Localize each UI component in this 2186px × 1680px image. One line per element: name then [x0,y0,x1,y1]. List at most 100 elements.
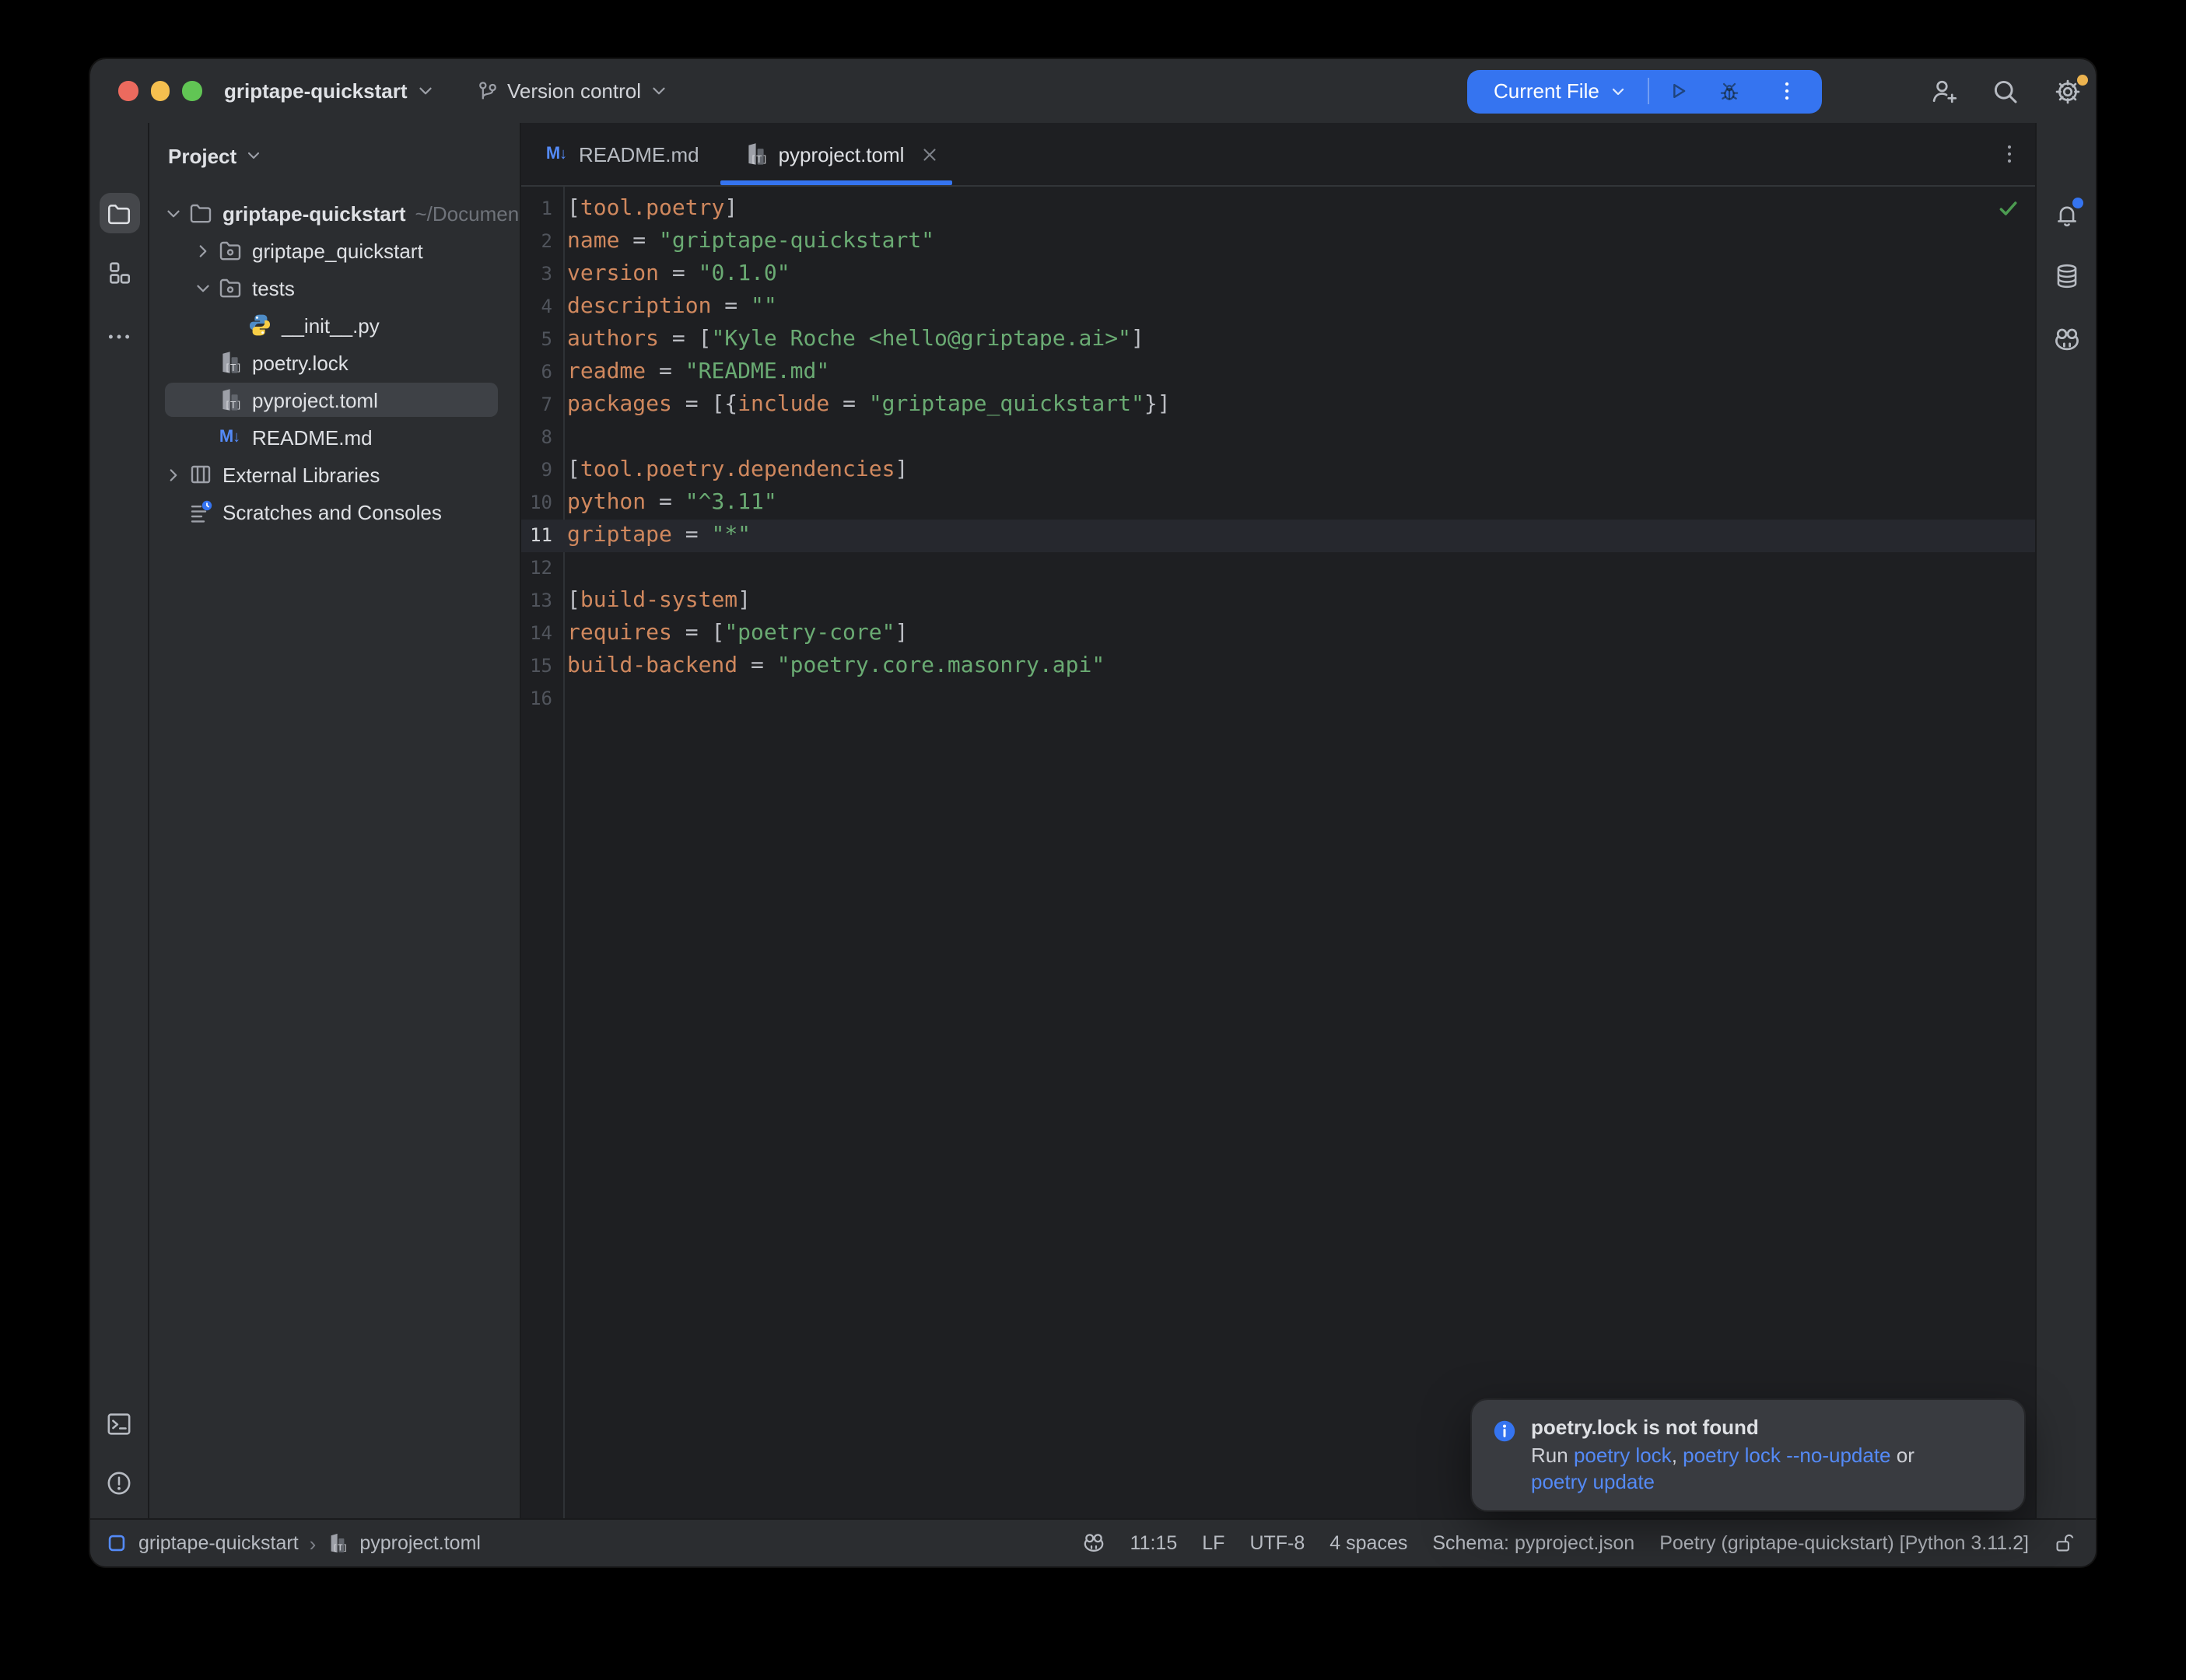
status-position[interactable]: 11:15 [1130,1532,1178,1554]
code-line-13[interactable]: 13[build-system] [521,585,2035,618]
status-indent[interactable]: 4 spaces [1329,1532,1407,1554]
tab-options-kebab-icon[interactable] [1998,142,2021,166]
code-line-10[interactable]: 10python = "^3.11" [521,487,2035,520]
desktop-background: griptape-quickstart Version control Curr… [0,0,2186,1680]
code-line-11[interactable]: 11griptape = "*" [521,520,2035,552]
window-controls [118,59,201,123]
close-window-button[interactable] [118,82,138,101]
tree-item-readme-md[interactable]: M↓ README.md [149,418,520,456]
chevron-down-icon[interactable] [159,203,187,223]
chevron-right-icon[interactable] [159,464,187,485]
status-breadcrumb-file[interactable]: pyproject.toml [359,1532,481,1554]
status-line-ending[interactable]: LF [1202,1532,1224,1554]
chevron-down-icon[interactable] [188,278,216,298]
toml-icon: [T] [743,141,769,167]
settings-gear-button[interactable] [2049,72,2086,110]
project-panel: Project griptape-quickstart~/Documengrip… [149,123,521,1520]
vcs-widget[interactable]: Version control [473,69,672,113]
svg-text:[T]: [T] [750,153,767,165]
project-icon[interactable] [106,1532,128,1554]
chevron-down-icon [244,146,263,165]
code-line-16[interactable]: 16 [521,683,2035,716]
notifications-button[interactable] [2046,194,2086,235]
tree-item-init-py[interactable]: __init__.py [149,306,520,344]
code-text: griptape = "*" [552,520,751,552]
code-line-6[interactable]: 6readme = "README.md" [521,356,2035,389]
tree-item-poetry-lock[interactable]: [T]poetry.lock [149,344,520,381]
code-text: name = "griptape-quickstart" [552,226,934,258]
tab-label: pyproject.toml [779,142,905,166]
code-line-7[interactable]: 7packages = [{include = "griptape_quicks… [521,389,2035,422]
project-panel-header[interactable]: Project [149,132,520,179]
pill-divider [1648,78,1649,104]
run-configuration-pill[interactable]: Current File [1467,69,1822,113]
run-config-label[interactable]: Current File [1494,79,1599,103]
minimize-window-button[interactable] [150,82,170,101]
project-widget-label: griptape-quickstart [224,79,408,103]
code-line-14[interactable]: 14requires = ["poetry-core"] [521,618,2035,650]
status-breadcrumb: griptape-quickstart›[T]pyproject.toml [106,1531,481,1555]
project-widget[interactable]: griptape-quickstart [221,69,439,113]
code-editor[interactable]: 1[tool.poetry]2name = "griptape-quicksta… [521,187,2035,1520]
structure-tool-button[interactable] [99,252,139,292]
toml-file-icon[interactable]: [T] [327,1532,349,1554]
scratch-icon [187,499,213,525]
tree-item-scratches-and-consoles[interactable]: Scratches and Consoles [149,493,520,530]
tab-pyproject-toml[interactable]: [T] pyproject.toml [721,123,953,185]
tree-item-external-libraries[interactable]: External Libraries [149,456,520,493]
line-number: 12 [521,552,552,585]
folder-badge-icon [216,237,243,264]
close-tab-icon[interactable] [920,144,940,164]
titlebar: griptape-quickstart Version control Curr… [90,59,2096,124]
terminal-tool-button[interactable] [99,1403,139,1444]
tree-item-label: tests [252,276,295,299]
debug-button[interactable] [1715,75,1746,107]
code-line-9[interactable]: 9[tool.poetry.dependencies] [521,454,2035,487]
project-tool-button[interactable] [99,193,139,233]
search-everywhere-button[interactable] [1987,72,2024,110]
link-poetry-update[interactable]: poetry update [1531,1470,1655,1493]
line-number: 3 [521,258,552,291]
status-bar: griptape-quickstart›[T]pyproject.toml 11… [90,1518,2096,1566]
status-interpreter[interactable]: Poetry (griptape-quickstart) [Python 3.1… [1659,1532,2029,1554]
tree-item-label: pyproject.toml [252,388,378,411]
right-tool-rail [2035,123,2096,1520]
add-user-button[interactable] [1925,72,1962,110]
database-tool-button[interactable] [2046,255,2086,296]
more-run-options-button[interactable] [1772,75,1803,107]
link-poetry-lock[interactable]: poetry lock [1574,1444,1672,1467]
code-line-3[interactable]: 3version = "0.1.0" [521,258,2035,291]
tree-item-tests[interactable]: tests [149,269,520,306]
code-line-5[interactable]: 5authors = ["Kyle Roche <hello@griptape.… [521,324,2035,356]
run-button[interactable] [1663,75,1694,107]
titlebar-actions [1925,59,2086,123]
ai-assistant-status-icon[interactable] [1084,1532,1105,1554]
status-encoding[interactable]: UTF-8 [1249,1532,1305,1554]
markdown-icon: M↓ [216,424,243,450]
code-line-15[interactable]: 15build-backend = "poetry.core.masonry.a… [521,650,2035,683]
tree-item-pyproject-toml[interactable]: [T]pyproject.toml [149,381,520,418]
file-writable-icon[interactable] [2054,1532,2076,1554]
code-line-2[interactable]: 2name = "griptape-quickstart" [521,226,2035,258]
code-line-8[interactable]: 8 [521,422,2035,454]
ai-assistant-tool-button[interactable] [2046,319,2086,359]
code-text: description = "" [552,291,777,324]
code-text [552,552,567,585]
code-line-1[interactable]: 1[tool.poetry] [521,193,2035,226]
tab-readme-md[interactable]: M↓README.md [521,123,721,185]
problems-tool-button[interactable] [99,1462,139,1503]
tree-item-label: README.md [252,425,373,449]
tree-item-griptape-quickstart[interactable]: griptape_quickstart [149,232,520,269]
status-schema[interactable]: Schema: pyproject.json [1432,1532,1634,1554]
code-text [552,422,567,454]
chevron-right-icon[interactable] [188,240,216,261]
code-line-4[interactable]: 4description = "" [521,291,2035,324]
zoom-window-button[interactable] [182,82,201,101]
code-line-12[interactable]: 12 [521,552,2035,585]
folder-icon [106,200,132,226]
link-poetry-lock-no-update[interactable]: poetry lock --no-update [1683,1444,1890,1467]
more-tool-windows-button[interactable] [99,316,139,356]
tree-item-griptape-quickstart[interactable]: griptape-quickstart~/Documen [149,194,520,232]
status-widgets: 11:15 LF UTF-8 4 spaces Schema: pyproject.js… [1084,1532,2076,1554]
status-breadcrumb-project[interactable]: griptape-quickstart [138,1532,299,1554]
